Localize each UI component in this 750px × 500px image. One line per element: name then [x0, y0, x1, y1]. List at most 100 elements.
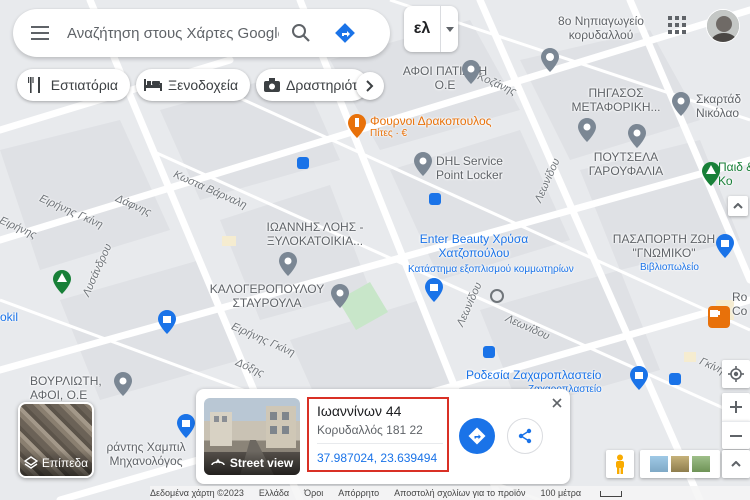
shopping-pin-icon[interactable] [716, 234, 734, 258]
poi-label-fournoi[interactable]: Φουρνοι Δρακοπουλος [370, 114, 491, 128]
chip-label: Ξενοδοχεία [168, 77, 239, 93]
poi-label-loes[interactable]: ΙΩΑΝΝΗΣ ΛΟΗΣ - ΞΥΛΟΚΑΤΟΙΚΙΑ... [250, 220, 380, 248]
share-button[interactable] [507, 418, 543, 454]
street-view-label: Street view [229, 456, 294, 470]
poi-label-vourlioti[interactable]: ΒΟΥΡΛΙΩΤΗ, ΑΦΟΙ, Ο.Ε [30, 374, 120, 402]
send-feedback-link[interactable]: Αποστολή σχολίων για το προϊόν [394, 488, 525, 498]
poi-label-kalogeropoulou[interactable]: ΚΑΛΟΓΕΡΟΠΟΥΛΟΥ ΣΤΑΥΡΟΥΛΑ [202, 282, 332, 310]
divider [317, 443, 443, 444]
fork-knife-icon [25, 75, 45, 95]
place-pin-icon[interactable] [114, 372, 132, 396]
imagery-strip[interactable] [640, 450, 720, 478]
traffic-thumbnail-icon[interactable] [692, 456, 710, 472]
shopping-pin-icon[interactable] [177, 414, 195, 438]
close-icon[interactable] [548, 394, 566, 412]
address-highlight-box: Ιωαννίνων 44 Κορυδαλλός 181 22 37.987024… [307, 397, 449, 472]
place-pin-icon[interactable] [462, 60, 480, 84]
country-link[interactable]: Ελλάδα [259, 488, 289, 498]
school-pin-icon[interactable] [541, 48, 559, 72]
terms-link[interactable]: Όροι [304, 488, 323, 498]
scale-label[interactable]: 100 μέτρα [540, 488, 637, 498]
directions-button[interactable] [323, 9, 367, 57]
address-title: Ιωαννίνων 44 [317, 403, 402, 419]
place-pin-icon[interactable] [578, 118, 596, 142]
minus-icon [730, 434, 742, 437]
place-pin-icon[interactable] [672, 92, 690, 116]
directions-button[interactable] [459, 418, 495, 454]
poi-sublabel-fournoi: Πίτες · € [370, 128, 408, 139]
place-pin-icon[interactable] [628, 124, 646, 148]
poi-label-pasaporti[interactable]: ΠΑΣΑΠΟΡΤΗ ΖΩΗ "ΓΝΩΜΙΚΟ" [604, 232, 724, 260]
street-view-thumbnail[interactable]: Street view [204, 398, 300, 475]
apps-grid-icon[interactable] [668, 16, 690, 38]
address-subtitle: Κορυδαλλός 181 22 [317, 423, 423, 437]
poi-label-ro-co[interactable]: Ro Co [732, 290, 750, 318]
poi-label-paid[interactable]: Παιδ & Κο [718, 160, 750, 188]
bus-stop-icon[interactable] [429, 193, 441, 205]
place-pin-icon[interactable] [279, 252, 297, 276]
search-icon [292, 24, 310, 42]
share-icon [518, 428, 532, 444]
zoom-in-button[interactable] [722, 393, 750, 421]
poi-label-kindergarten[interactable]: 8ο Νηπιαγωγείο κορυδαλλού [556, 14, 646, 42]
caret-down-icon[interactable] [440, 6, 458, 52]
poi-label-enter-beauty[interactable]: Enter Beauty Χρύσα Χατζοπούλου [406, 232, 542, 260]
chevron-right-icon[interactable] [356, 72, 384, 100]
bus-stop-icon[interactable] [297, 157, 309, 169]
avatar[interactable] [706, 9, 740, 43]
plus-icon [730, 401, 742, 413]
shopping-pin-icon[interactable] [630, 366, 648, 390]
poi-label-skartados[interactable]: Σκαρτάδ Νικόλαο [696, 92, 750, 120]
park-pin-icon[interactable] [53, 270, 71, 294]
chip-label: Εστιατόρια [50, 77, 118, 93]
layers-label: Επίπεδα [41, 456, 89, 470]
park-pin-icon[interactable] [702, 162, 720, 186]
chip-restaurants[interactable]: Εστιατόρια [17, 69, 130, 101]
collapse-side-controls-icon[interactable] [728, 196, 748, 216]
cafe-icon[interactable] [708, 306, 730, 328]
location-info-card: Street view Ιωαννίνων 44 Κορυδαλλός 181 … [196, 389, 570, 484]
street-view-icon [211, 458, 225, 466]
my-location-icon [728, 366, 744, 382]
selected-location-marker-icon[interactable] [490, 289, 504, 303]
place-pin-icon[interactable] [414, 152, 432, 176]
zoom-out-button[interactable] [722, 421, 750, 449]
scale-bar [600, 490, 623, 497]
input-tools-label: ελ [413, 20, 431, 37]
chip-hotels[interactable]: Ξενοδοχεία [136, 69, 250, 101]
shopping-pin-icon[interactable] [425, 278, 443, 302]
poi-label-rodesia[interactable]: Ροδεσία Ζαχαροπλαστείο [466, 368, 601, 382]
chip-activities[interactable]: Δραστηριότητες [256, 69, 368, 101]
place-pin-icon[interactable] [331, 284, 349, 308]
restaurant-pin-icon[interactable] [348, 114, 366, 138]
poi-label-okil[interactable]: okil [0, 310, 18, 324]
poi-label-pigasos[interactable]: ΠΗΓΑΣΟΣ ΜΕΤΑΦΟΡΙΚΗ... [556, 86, 676, 114]
search-box [13, 9, 390, 57]
search-input[interactable] [67, 24, 279, 42]
scale-text: 100 μέτρα [540, 488, 582, 498]
input-tools-button[interactable]: ελ [404, 6, 458, 52]
directions-icon [468, 427, 486, 445]
menu-button[interactable] [13, 9, 67, 57]
shopping-pin-icon[interactable] [158, 310, 176, 334]
pegman-icon[interactable] [606, 450, 634, 478]
bus-stop-icon[interactable] [669, 373, 681, 385]
layers-button[interactable]: Επίπεδα [18, 402, 94, 478]
poi-sublabel-pasaporti: Βιβλιοπωλείο [640, 262, 699, 273]
poi-label-dhl[interactable]: DHL Service Point Locker [436, 154, 516, 182]
privacy-link[interactable]: Απόρρητο [338, 488, 379, 498]
directions-icon [335, 23, 355, 43]
poi-label-chabil[interactable]: ράντης Χαμπιλ Μηχανολόγος [96, 440, 196, 468]
layers-icon [23, 456, 38, 469]
my-location-button[interactable] [722, 360, 750, 388]
expand-imagery-icon[interactable] [722, 450, 750, 478]
bus-stop-icon[interactable] [483, 346, 495, 358]
coordinates-link[interactable]: 37.987024, 23.639494 [317, 451, 437, 465]
satellite-thumbnail-icon[interactable] [671, 456, 689, 472]
camera-icon [264, 75, 280, 95]
map-data-credit: Δεδομένα χάρτη ©2023 [150, 488, 244, 498]
hamburger-menu-icon [31, 26, 49, 40]
poi-label-poutsela[interactable]: ΠΟΥΤΣΕΛΑ ΓΑΡΟΥΦΑΛΙΑ [586, 150, 666, 178]
search-button[interactable] [279, 9, 323, 57]
terrain-thumbnail-icon[interactable] [650, 456, 668, 472]
